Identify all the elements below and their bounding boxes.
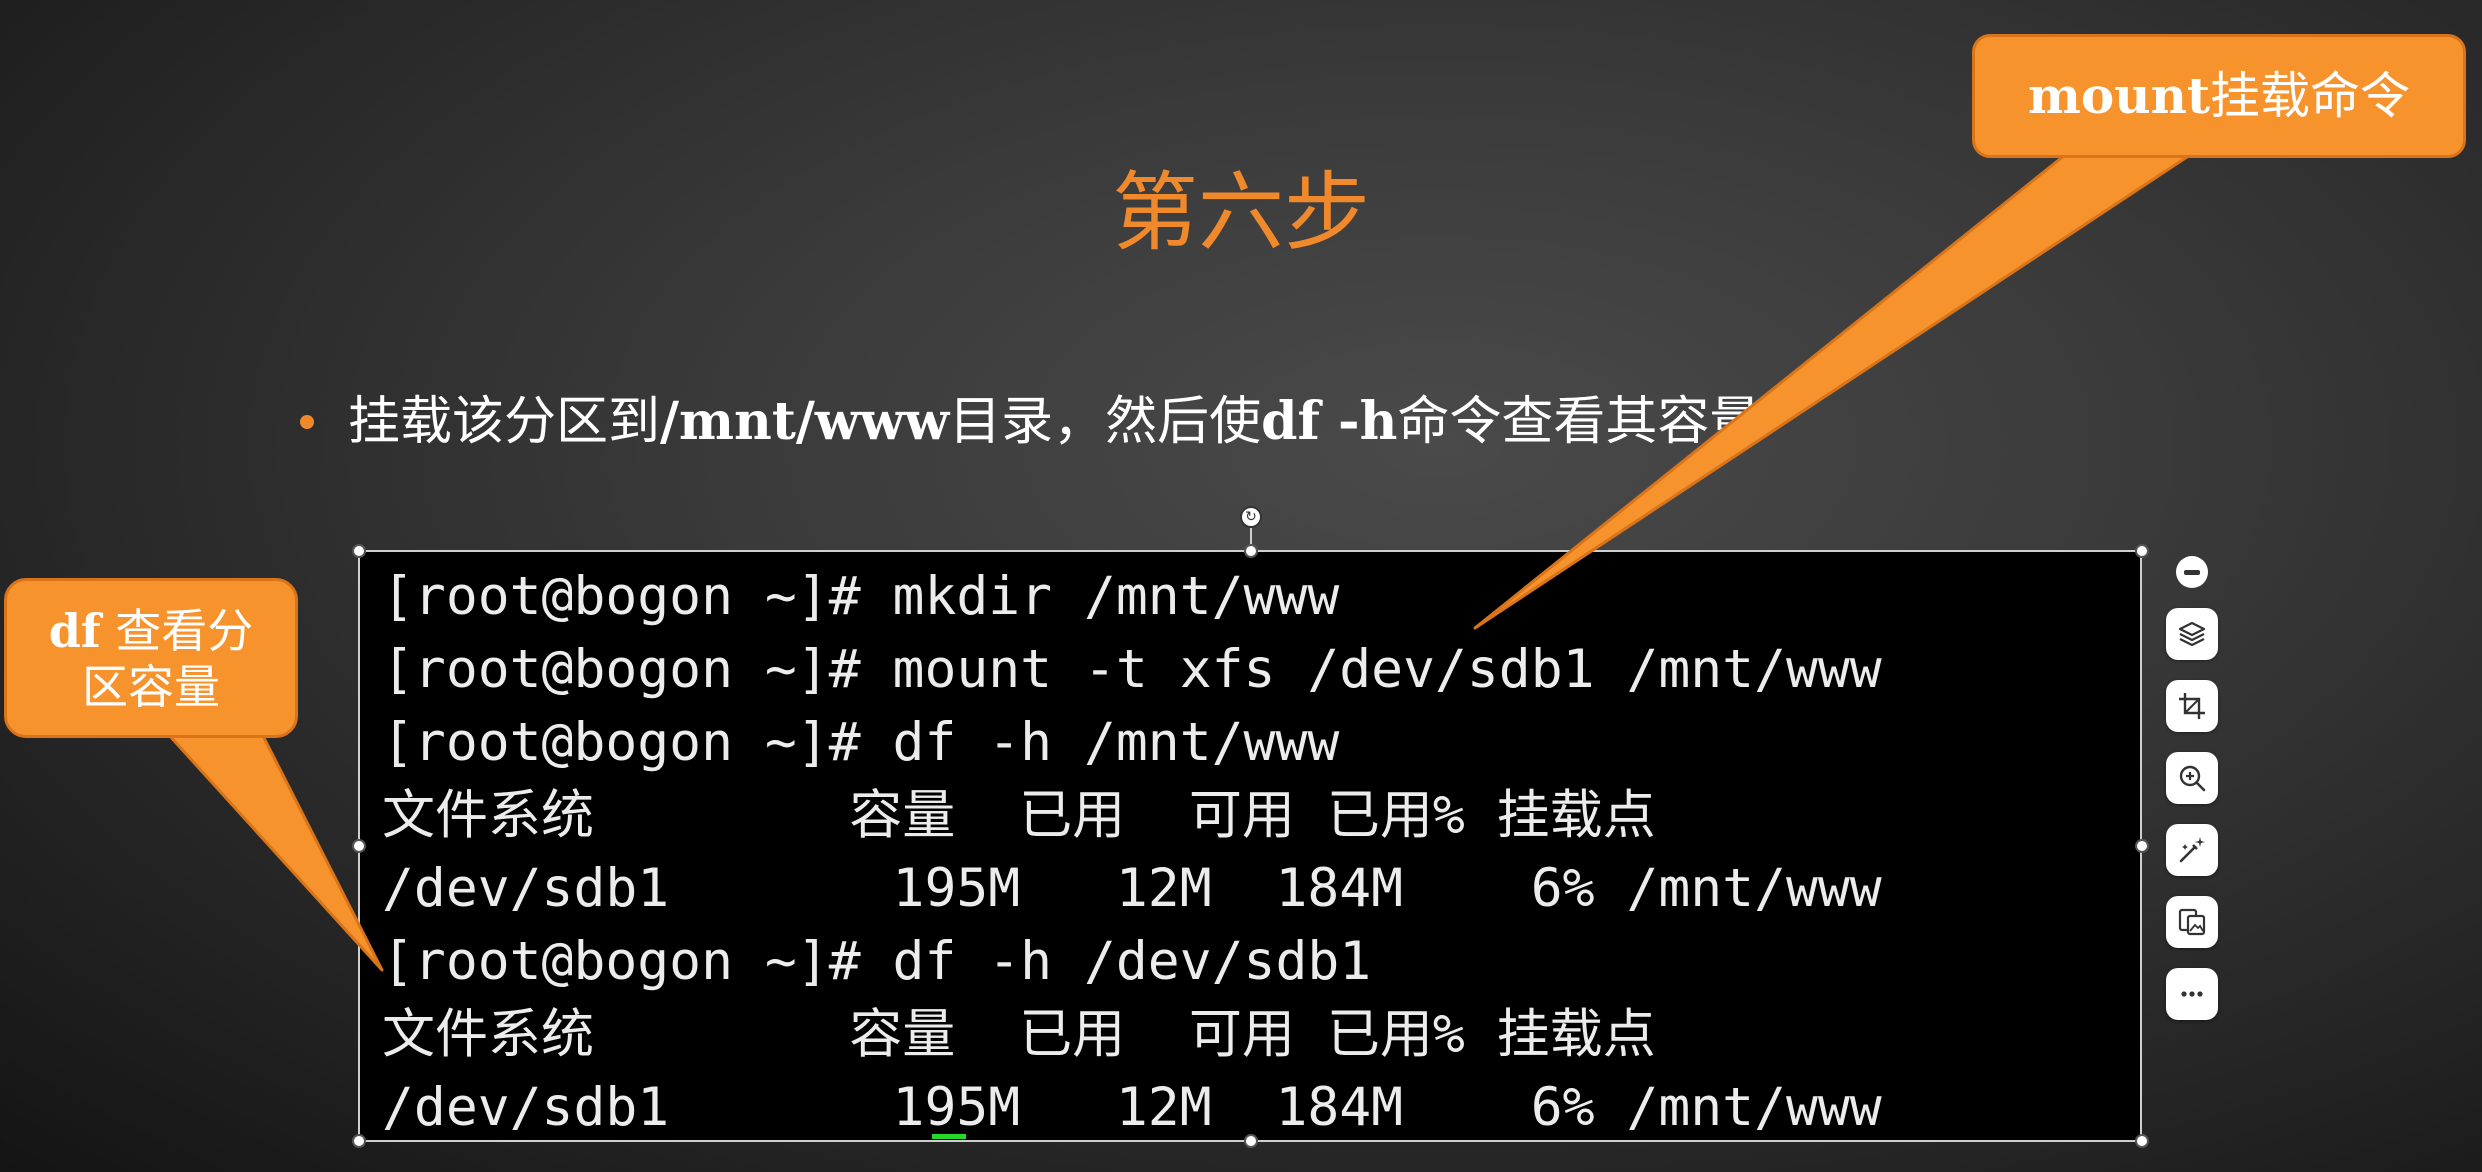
mount-callout-pointer — [1473, 153, 2192, 630]
mount-callout-text: mount挂载命令 — [1975, 37, 2463, 155]
df-callout-text: df 查看分 区容量 — [7, 581, 295, 715]
df-callout-pointer — [166, 732, 384, 972]
df-callout-bold: df — [48, 604, 101, 658]
df-callout-line-1: df 查看分 — [7, 603, 295, 659]
mount-callout-bold: mount — [2027, 66, 2211, 125]
mount-callout[interactable]: mount挂载命令 — [1972, 34, 2466, 158]
df-callout-line-2: 区容量 — [82, 660, 220, 714]
mount-callout-label: 挂载命令 — [2210, 67, 2411, 125]
slide: 第六步 挂载该分区到/mnt/www目录，然后使df -h命令查看其容量 [ro… — [0, 0, 2482, 1172]
df-callout[interactable]: df 查看分 区容量 — [4, 578, 298, 738]
callout-pointers — [166, 153, 2192, 972]
df-callout-label: 查看分 — [100, 604, 254, 658]
